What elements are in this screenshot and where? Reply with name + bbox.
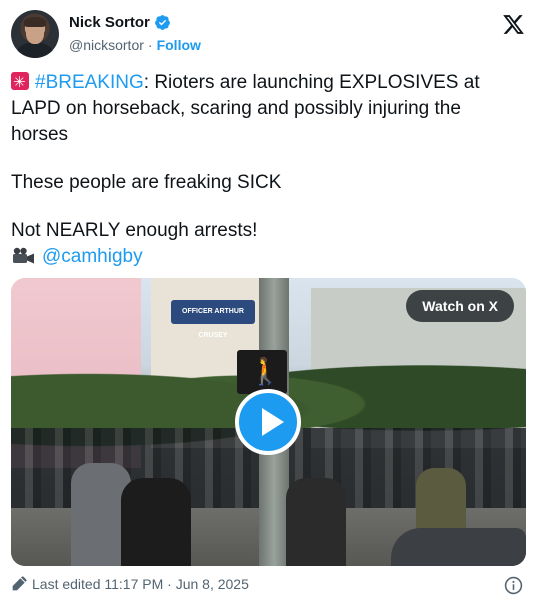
video-street-sign: OFFICER ARTHUR CRUSEY	[171, 300, 255, 339]
x-logo-icon[interactable]	[502, 13, 525, 36]
tweet-line-6: @camhigby	[11, 244, 511, 270]
tweet-footer: Last edited 11:17 PM · Jun 8, 2025	[11, 576, 249, 592]
video-scene-car	[391, 528, 526, 566]
hashtag-breaking-link[interactable]: #BREAKING	[35, 72, 144, 93]
tweet-line-1-text: : Rioters are launching EXPLOSIVES at	[143, 72, 480, 93]
info-icon[interactable]	[504, 576, 523, 595]
tweet-embed-card: Nick Sortor @nicksortor · Follow #BREAKI…	[0, 0, 538, 604]
mention-camhigby-link[interactable]: @camhigby	[42, 246, 143, 267]
watch-on-x-button[interactable]: Watch on X	[406, 290, 514, 322]
tweet-line-1: #BREAKING: Rioters are launching EXPLOSI…	[11, 70, 511, 96]
tweet-line-4: These people are freaking SICK	[11, 172, 282, 193]
pencil-icon	[12, 576, 27, 591]
verified-badge-icon	[154, 15, 170, 30]
author-name-row: Nick Sortor	[69, 14, 171, 31]
tweet-line-3: horses	[11, 124, 69, 145]
author-handle-row: @nicksortor · Follow	[69, 37, 201, 53]
video-player[interactable]: OFFICER ARTHUR CRUSEY Watch on X	[11, 278, 526, 566]
author-name[interactable]: Nick Sortor	[69, 14, 150, 31]
avatar-shirt	[17, 42, 53, 58]
avatar[interactable]	[11, 10, 59, 58]
avatar-hair	[24, 17, 46, 27]
video-scene-person	[286, 478, 346, 566]
movie-camera-icon	[13, 247, 34, 264]
tweet-line-5: Not NEARLY enough arrests!	[11, 220, 258, 241]
handle-separator: ·	[147, 37, 153, 53]
play-icon[interactable]	[235, 389, 301, 455]
author-handle[interactable]: @nicksortor	[69, 37, 144, 53]
rotating-light-emoji-icon	[11, 70, 29, 96]
tweet-line-2: LAPD on horseback, scaring and possibly …	[11, 98, 461, 119]
tweet-text: #BREAKING: Rioters are launching EXPLOSI…	[11, 70, 511, 270]
video-scene-person	[121, 478, 191, 566]
pedestrian-signal-icon	[237, 350, 287, 394]
last-edited-timestamp[interactable]: Last edited 11:17 PM · Jun 8, 2025	[32, 576, 249, 592]
follow-button[interactable]: Follow	[157, 37, 201, 53]
